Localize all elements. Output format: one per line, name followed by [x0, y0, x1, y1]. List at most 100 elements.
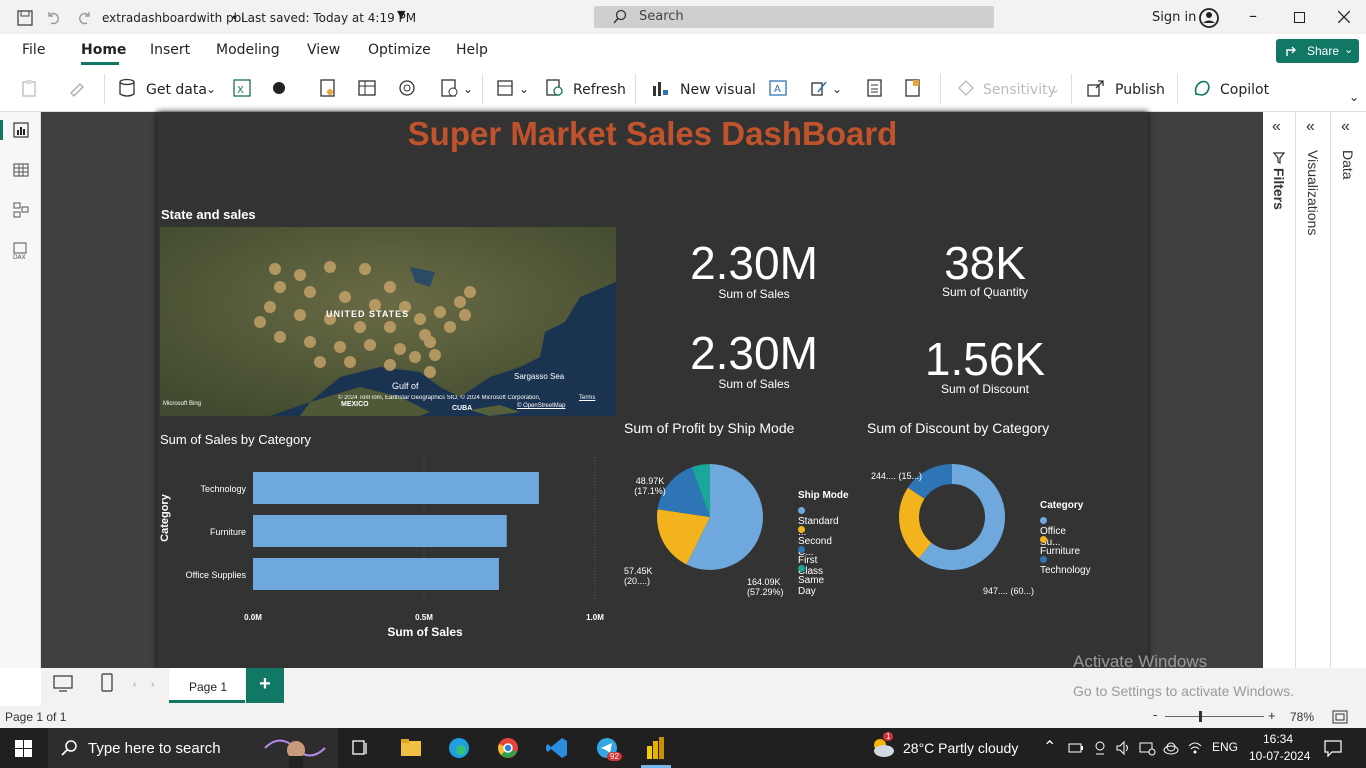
- share-button[interactable]: Share ⌄: [1276, 39, 1359, 63]
- database-icon[interactable]: [118, 78, 138, 98]
- weather-text[interactable]: 28°C Partly cloudy: [903, 740, 1018, 756]
- publish-icon[interactable]: [1086, 78, 1106, 98]
- legend-item[interactable]: Technology: [1040, 554, 1091, 576]
- sensitivity-icon[interactable]: [956, 78, 976, 98]
- excel-icon[interactable]: X: [232, 78, 252, 98]
- publish-button[interactable]: Publish: [1115, 82, 1165, 98]
- zoom-slider-thumb[interactable]: [1199, 711, 1202, 722]
- edge-icon[interactable]: [448, 737, 470, 759]
- add-page-button[interactable]: +: [246, 668, 284, 703]
- map-visual[interactable]: UNITED STATES Gulf of Sargasso Sea MEXIC…: [160, 227, 616, 416]
- more-visuals-icon[interactable]: [810, 78, 830, 98]
- fit-to-page-icon[interactable]: [1332, 710, 1348, 724]
- desktop-layout-icon[interactable]: [53, 675, 73, 693]
- new-visual-icon[interactable]: [650, 78, 670, 98]
- chevron-down-icon[interactable]: ⌄: [206, 82, 216, 96]
- undo-icon[interactable]: [46, 10, 62, 26]
- chevron-up-icon[interactable]: ⌃: [1043, 737, 1056, 757]
- next-page-icon[interactable]: ›: [151, 679, 154, 690]
- sensitivity-button[interactable]: Sensitivity: [983, 82, 1056, 98]
- sign-in-link[interactable]: Sign in: [1152, 10, 1196, 25]
- minimize-icon[interactable]: –: [1249, 6, 1257, 25]
- get-data-button[interactable]: Get data: [146, 82, 207, 98]
- search-input[interactable]: Search: [594, 6, 994, 28]
- mobile-layout-icon[interactable]: [101, 673, 113, 693]
- map-osm-link[interactable]: © OpenStreetMap: [517, 403, 565, 409]
- cloud-icon[interactable]: [1162, 740, 1180, 756]
- donut-label-office: 947.... (60...): [983, 586, 1035, 596]
- transform-data-icon[interactable]: [440, 78, 460, 98]
- chevron-down-icon[interactable]: ⌄: [1050, 82, 1060, 96]
- chevron-down-icon[interactable]: ⌄: [832, 82, 842, 96]
- tab-optimize[interactable]: Optimize: [368, 42, 431, 58]
- tab-help[interactable]: Help: [456, 42, 488, 58]
- close-icon[interactable]: [1338, 11, 1350, 23]
- edit-queries-icon[interactable]: [496, 78, 516, 98]
- power-bi-icon[interactable]: [645, 736, 667, 760]
- save-icon[interactable]: [17, 10, 33, 26]
- task-view-icon[interactable]: [352, 740, 370, 756]
- map-terms-link[interactable]: Terms: [579, 395, 595, 401]
- windows-start-icon[interactable]: [15, 740, 32, 757]
- legend-item[interactable]: Same Day: [798, 564, 824, 597]
- bar-chart[interactable]: Technology Furniture Office Supplies 0.0M 0.…: [157, 452, 617, 642]
- quick-measure-icon[interactable]: [903, 78, 923, 98]
- report-view-icon[interactable]: [13, 122, 29, 138]
- refresh-icon[interactable]: [545, 78, 565, 98]
- filters-pane-tab[interactable]: Filters: [1271, 152, 1287, 210]
- clock-date[interactable]: 10-07-2024: [1249, 749, 1310, 763]
- webcam-icon[interactable]: [1092, 740, 1108, 756]
- new-measure-icon[interactable]: [865, 78, 885, 98]
- language-indicator[interactable]: ENG: [1212, 740, 1238, 754]
- notifications-icon[interactable]: [1324, 740, 1342, 757]
- copilot-button[interactable]: Copilot: [1220, 82, 1269, 98]
- expand-visualizations-icon[interactable]: «: [1306, 118, 1315, 136]
- redo-icon[interactable]: [76, 10, 92, 26]
- zoom-out-button[interactable]: -: [1153, 707, 1157, 722]
- chevron-down-icon[interactable]: ▼: [397, 8, 405, 21]
- expand-filters-icon[interactable]: «: [1272, 118, 1281, 136]
- dataverse-icon[interactable]: [318, 78, 338, 98]
- chrome-icon[interactable]: [497, 737, 519, 759]
- clock-time[interactable]: 16:34: [1263, 732, 1293, 746]
- page-tab-1[interactable]: Page 1: [169, 668, 245, 703]
- tab-insert[interactable]: Insert: [150, 42, 190, 58]
- kpi-sales-label: Sum of Sales: [718, 287, 790, 301]
- format-painter-icon[interactable]: [68, 78, 88, 98]
- collapse-ribbon-icon[interactable]: ⌄: [1349, 90, 1359, 104]
- zoom-in-button[interactable]: +: [1268, 708, 1276, 723]
- refresh-button[interactable]: Refresh: [573, 82, 626, 98]
- chevron-down-icon[interactable]: ⌄: [519, 82, 529, 96]
- tab-file[interactable]: File: [22, 42, 45, 58]
- dax-query-icon[interactable]: DAX: [12, 242, 30, 260]
- text-box-icon[interactable]: A: [768, 78, 788, 98]
- map-credit: © 2024 TomTom, Earthstar Geographics SIO…: [338, 395, 541, 401]
- tab-home[interactable]: Home: [81, 42, 126, 58]
- new-visual-button[interactable]: New visual: [680, 82, 756, 98]
- zoom-slider[interactable]: [1165, 716, 1264, 717]
- zoom-level: 78%: [1290, 710, 1315, 724]
- taskbar-search-box[interactable]: Type here to search: [48, 728, 338, 768]
- prev-page-icon[interactable]: ‹: [133, 679, 136, 690]
- onelake-icon[interactable]: [270, 78, 290, 98]
- table-icon[interactable]: [357, 78, 377, 98]
- maximize-icon[interactable]: [1294, 12, 1305, 23]
- paste-icon[interactable]: [20, 78, 40, 98]
- vscode-icon[interactable]: [546, 737, 568, 759]
- recent-sources-icon[interactable]: [397, 78, 417, 98]
- file-explorer-icon[interactable]: [400, 738, 422, 758]
- table-view-icon[interactable]: [13, 162, 29, 178]
- battery-icon[interactable]: [1068, 741, 1084, 755]
- volume-icon[interactable]: [1115, 740, 1131, 756]
- tab-modeling[interactable]: Modeling: [216, 42, 280, 58]
- visualizations-pane-tab[interactable]: Visualizations: [1305, 150, 1321, 235]
- model-view-icon[interactable]: [13, 202, 29, 218]
- chevron-down-icon[interactable]: ⌄: [463, 82, 473, 96]
- tab-view[interactable]: View: [307, 42, 340, 58]
- network-icon[interactable]: [1138, 740, 1156, 756]
- wifi-icon[interactable]: [1187, 740, 1203, 756]
- copilot-icon[interactable]: [1192, 78, 1212, 98]
- data-pane-tab[interactable]: Data: [1340, 150, 1356, 180]
- expand-data-icon[interactable]: «: [1341, 118, 1350, 136]
- account-icon[interactable]: [1198, 7, 1220, 29]
